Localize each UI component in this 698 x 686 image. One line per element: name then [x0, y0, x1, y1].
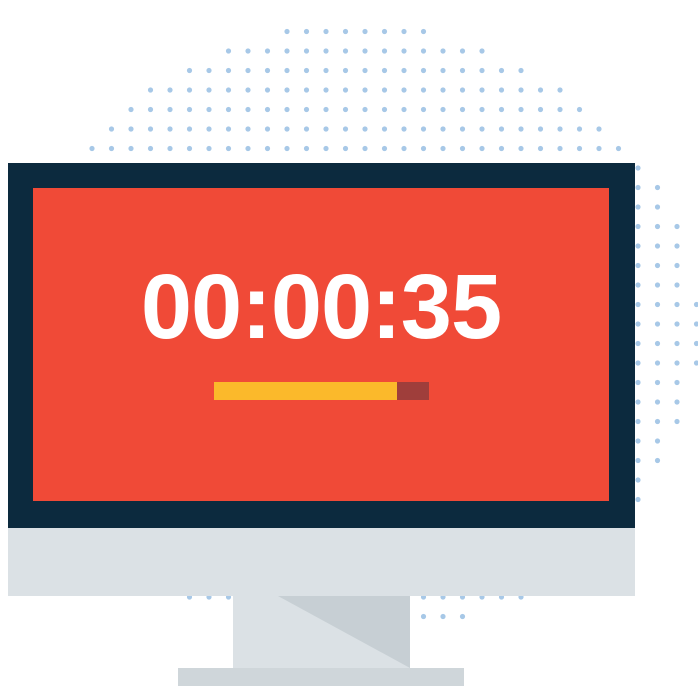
timer-illustration: 00:00:35 — [0, 0, 698, 686]
monitor-chin — [8, 528, 635, 596]
monitor-stand-neck — [233, 596, 410, 668]
progress-bar — [214, 382, 429, 400]
monitor-stand-base — [178, 668, 464, 686]
countdown-timer-display: 00:00:35 — [140, 256, 502, 358]
progress-bar-fill — [214, 382, 397, 400]
